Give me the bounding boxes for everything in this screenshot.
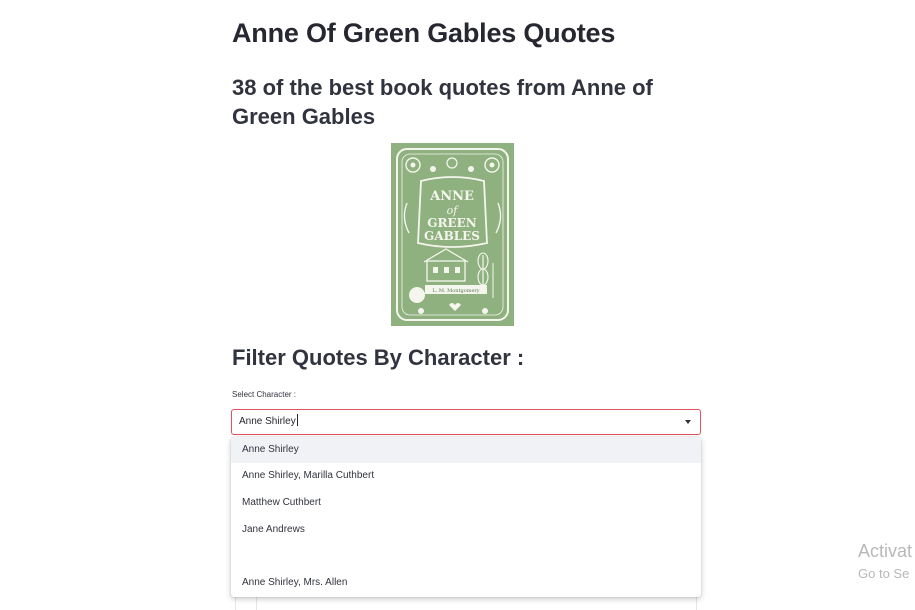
activation-watermark-line2: Go to Se — [858, 566, 910, 581]
page-title: Anne Of Green Gables Quotes — [232, 18, 616, 48]
chevron-down-icon[interactable] — [685, 420, 691, 424]
cover-author: L. M. Montgomery — [432, 288, 479, 294]
page: Anne Of Green Gables Quotes 38 of the be… — [0, 0, 915, 610]
filter-heading: Filter Quotes By Character : — [232, 345, 525, 370]
dropdown-option[interactable]: Matthew Cuthbert — [231, 490, 701, 516]
page-subtitle: 38 of the best book quotes from Anne of … — [232, 75, 653, 129]
cover-title-line1: ANNE — [429, 189, 474, 204]
dropdown-option[interactable]: Jane Andrews — [231, 517, 701, 543]
book-cover-image: ANNE of GREEN GABLES L. M. Montgomery — [391, 143, 514, 326]
dropdown-option[interactable]: Anne Shirley, Mrs. Allen — [231, 570, 701, 596]
dropdown-option[interactable]: Anne Shirley — [231, 437, 701, 463]
character-dropdown-menu: Anne Shirley Anne Shirley, Marilla Cuthb… — [231, 437, 701, 597]
dropdown-option[interactable] — [231, 543, 701, 569]
character-select-input[interactable]: Anne Shirley — [239, 410, 298, 434]
cover-title-line3: GREEN — [427, 216, 477, 230]
character-select-value: Anne Shirley — [239, 416, 296, 427]
character-select[interactable]: Anne Shirley — [231, 409, 701, 435]
activation-watermark-line1: Activat — [858, 541, 913, 561]
book-cover-illustration: ANNE of GREEN GABLES L. M. Montgomery — [391, 143, 514, 326]
dropdown-option[interactable]: Anne Shirley, Marilla Cuthbert — [231, 463, 701, 489]
text-cursor — [296, 414, 298, 426]
select-character-label: Select Character : — [232, 390, 297, 399]
cover-title-line4: GABLES — [424, 229, 480, 243]
